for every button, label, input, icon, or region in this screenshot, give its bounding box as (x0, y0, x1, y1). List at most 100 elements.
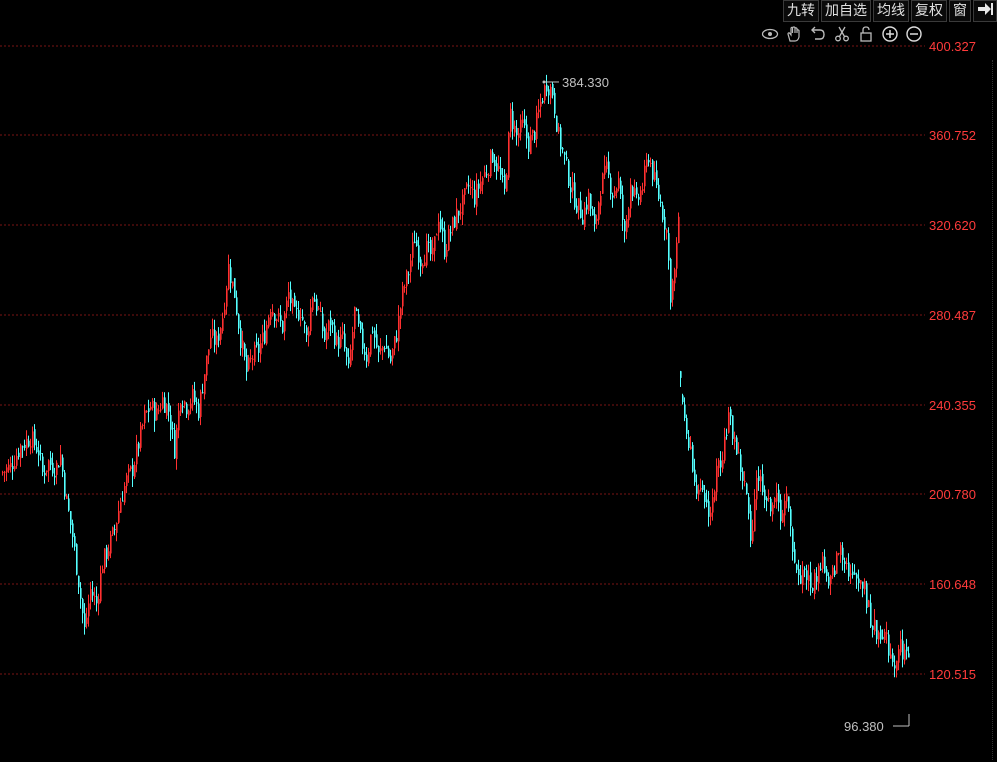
candle (878, 630, 880, 648)
candle (132, 458, 134, 488)
candle (480, 171, 482, 194)
candle (192, 384, 194, 411)
candle (578, 198, 580, 220)
candle (890, 643, 892, 659)
candle (494, 154, 496, 172)
candle (828, 572, 830, 589)
candle (658, 178, 660, 202)
candle (64, 469, 66, 500)
eye-icon[interactable] (761, 25, 779, 43)
candle (854, 564, 856, 575)
candle (572, 171, 574, 199)
exit-arrow-icon[interactable] (973, 0, 997, 22)
candle (74, 533, 76, 551)
candle (430, 236, 432, 261)
candle (396, 330, 398, 343)
y-tick-label: 120.515 (929, 667, 976, 682)
candle (848, 553, 850, 582)
candle (682, 393, 684, 405)
candle (98, 593, 100, 616)
candle (38, 440, 40, 467)
candle (314, 292, 316, 302)
scissors-icon[interactable] (833, 25, 851, 43)
candle (490, 149, 492, 179)
candle (556, 115, 558, 133)
price-adjust-button[interactable]: 复权 (911, 0, 947, 22)
candle (792, 526, 794, 561)
candle (460, 203, 462, 220)
candle (714, 489, 716, 503)
candle (498, 155, 500, 172)
candle (584, 202, 586, 231)
candle (334, 319, 336, 349)
candle (704, 484, 706, 509)
candle (268, 314, 270, 329)
candlestick-chart[interactable]: 400.327 360.752 320.620 280.487 240.355 200.7… (0, 0, 997, 762)
candle (394, 336, 396, 356)
candle (620, 176, 622, 199)
undo-icon[interactable] (809, 25, 827, 43)
candle (538, 99, 540, 119)
candle (678, 212, 680, 244)
candle (872, 625, 874, 638)
candle (376, 324, 378, 349)
candle (638, 193, 640, 206)
candle (724, 427, 726, 464)
y-tick-label: 200.780 (929, 487, 976, 502)
nine-turn-button[interactable]: 九转 (783, 0, 819, 22)
candle (812, 587, 814, 593)
candle (256, 333, 258, 348)
candle (822, 551, 824, 573)
gridlines (0, 45, 925, 675)
hand-icon[interactable] (785, 25, 803, 43)
zoom-in-icon[interactable] (881, 25, 899, 43)
candle (232, 281, 234, 289)
candle (860, 579, 862, 590)
candle (228, 254, 230, 291)
candle (612, 192, 614, 208)
candle (52, 452, 54, 477)
candle (276, 318, 278, 328)
candle (282, 320, 284, 334)
candle (254, 341, 256, 366)
candle (742, 467, 744, 490)
candle (598, 201, 600, 225)
candle (424, 254, 426, 267)
add-watchlist-button[interactable]: 加自选 (821, 0, 871, 22)
candle (70, 511, 72, 534)
window-button[interactable]: 窗 (949, 0, 971, 22)
candle (634, 179, 636, 198)
candle (418, 236, 420, 270)
candle (202, 383, 204, 394)
candle (526, 115, 528, 149)
candle (600, 190, 602, 215)
candle (182, 400, 184, 414)
candles (2, 74, 910, 678)
candle (246, 348, 248, 381)
candle (592, 206, 594, 216)
candle (624, 219, 626, 243)
moving-average-button[interactable]: 均线 (873, 0, 909, 22)
candle (266, 320, 268, 346)
candle (758, 466, 760, 491)
candle (474, 180, 476, 208)
zoom-out-icon[interactable] (905, 25, 923, 43)
candle (840, 542, 842, 563)
candle (350, 344, 352, 368)
candle (410, 254, 412, 283)
right-scroll-edge (992, 60, 997, 760)
candle (304, 320, 306, 334)
candle (844, 557, 846, 574)
candle (286, 296, 288, 319)
lock-icon[interactable] (857, 25, 875, 43)
candle (520, 114, 522, 141)
candle (472, 180, 474, 199)
candle (672, 278, 674, 307)
candle (426, 233, 428, 268)
y-tick-label: 280.487 (929, 308, 976, 323)
candle (618, 171, 620, 192)
candle (462, 189, 464, 225)
candle (224, 302, 226, 319)
candle (898, 644, 900, 671)
candle (60, 445, 62, 467)
